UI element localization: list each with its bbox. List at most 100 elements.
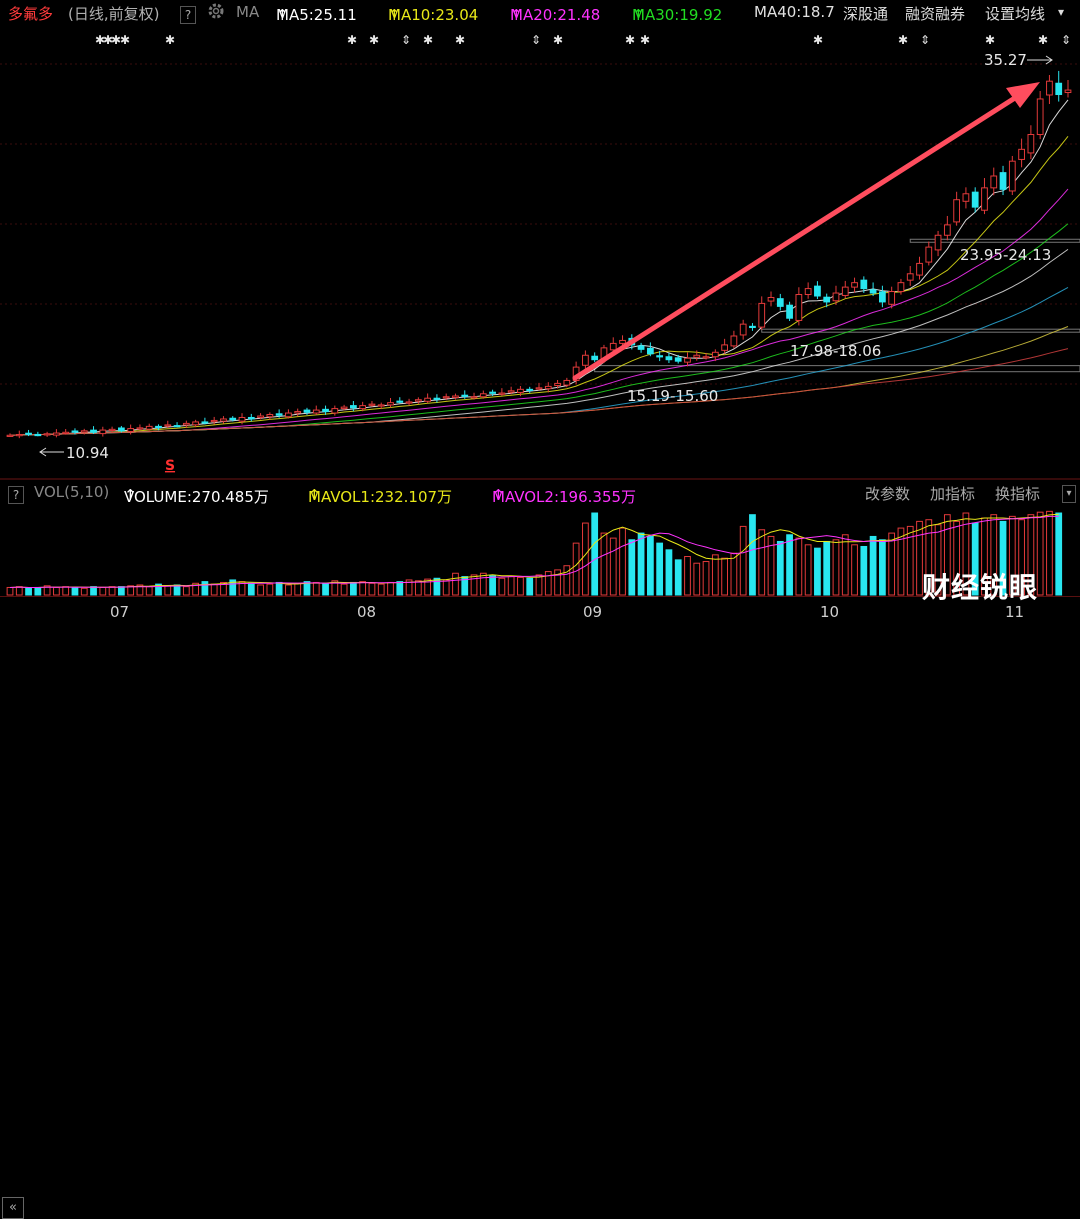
candle xyxy=(498,392,506,395)
candle xyxy=(702,356,710,359)
volume-bar xyxy=(804,544,812,596)
candle xyxy=(758,302,766,328)
volume-bar xyxy=(656,542,664,596)
candle xyxy=(80,430,88,433)
candle xyxy=(43,433,51,436)
volume-chart[interactable] xyxy=(0,504,1080,596)
chevron-down-icon[interactable]: ▾ xyxy=(1058,5,1064,19)
candle xyxy=(1027,134,1035,154)
volume-bar xyxy=(535,574,543,596)
gear-icon[interactable] xyxy=(206,1,226,25)
candle xyxy=(1046,80,1053,96)
candle xyxy=(117,427,125,432)
candle xyxy=(275,413,283,416)
candle xyxy=(294,411,302,414)
support-zone xyxy=(761,328,1080,333)
volume-bar xyxy=(721,557,728,596)
candle xyxy=(1018,148,1025,160)
candle xyxy=(582,354,589,366)
volume-bar xyxy=(34,586,42,596)
candle xyxy=(452,395,459,399)
candle xyxy=(479,393,487,398)
candle xyxy=(730,335,738,347)
candle xyxy=(220,418,227,422)
volume-bar xyxy=(15,586,23,596)
volume-bar xyxy=(285,584,292,596)
candle xyxy=(53,432,60,436)
candle xyxy=(786,304,793,319)
ma-label: MA xyxy=(236,3,260,21)
add-indicator-button[interactable]: 加指标 xyxy=(930,483,975,504)
volume-bar xyxy=(693,562,701,596)
price-labels: 35.27 10.94 15.19-15.60 17.98-18.06 23.95-24… xyxy=(39,51,1053,462)
settings-ma-button[interactable]: 设置均线 xyxy=(985,3,1045,24)
volume-bar xyxy=(433,577,441,596)
volume-bar xyxy=(201,581,209,596)
candle xyxy=(665,356,673,361)
event-marker-icon: ✱ xyxy=(640,33,650,47)
volume-bar xyxy=(294,582,302,596)
ma90-line xyxy=(9,326,1069,436)
candle xyxy=(544,385,552,390)
candle xyxy=(962,193,970,202)
candle xyxy=(145,425,153,430)
volume-bar xyxy=(377,583,385,596)
volume-help-icon[interactable]: ? xyxy=(8,486,24,504)
x-tick-label: 09 xyxy=(583,603,603,621)
up-arrow-icon: ↑ xyxy=(510,6,523,24)
candle xyxy=(377,404,385,407)
event-marker-icon: ✱ xyxy=(553,33,563,47)
x-tick-label: 07 xyxy=(110,603,130,621)
candle xyxy=(182,422,190,426)
candle xyxy=(916,262,923,276)
candle xyxy=(331,408,339,414)
candle xyxy=(322,408,329,413)
stock-name[interactable]: 多氟多 xyxy=(8,3,53,24)
volume-header: ? VOL(5,10) VOLUME:270.485万 ↑ MAVOL1:232… xyxy=(0,480,1080,506)
candle xyxy=(15,434,23,437)
volume-bar xyxy=(182,586,190,596)
tab-margin-trading[interactable]: 融资融券 xyxy=(905,3,965,24)
tab-shenguotong[interactable]: 深股通 xyxy=(843,3,888,24)
scroll-left-icon[interactable]: « xyxy=(2,1197,24,1219)
event-marker-icon: ⇕ xyxy=(531,33,541,47)
candle xyxy=(619,339,626,344)
candle xyxy=(461,394,469,397)
volume-bar xyxy=(247,582,255,596)
event-marker-icon: ⇕ xyxy=(401,33,411,47)
volume-bar xyxy=(470,574,478,596)
period-label[interactable]: (日线,前复权) xyxy=(68,3,159,24)
candle xyxy=(711,351,719,358)
candle xyxy=(674,357,682,362)
candle xyxy=(25,432,32,435)
candle xyxy=(906,273,914,281)
volume-bar xyxy=(350,581,357,596)
price-chart[interactable]: ✱✱✱✱ ✱ ✱ ✱ ⇕ ✱ ✱ ⇕ ✱ ✱ ✱ ✱ ✱ ⇕ ✱ ✱ ⇕S 35.2710.9415.19-15… xyxy=(0,26,1080,480)
candle xyxy=(897,282,905,293)
volume-bar xyxy=(869,535,877,596)
volume-bar xyxy=(164,585,172,596)
volume-bar xyxy=(442,579,450,596)
candle xyxy=(888,291,896,305)
candle xyxy=(804,288,812,296)
candle xyxy=(6,434,14,437)
event-marker-icon: ⇕ xyxy=(920,33,930,47)
x-tick-label: 10 xyxy=(820,603,840,621)
candle xyxy=(563,379,571,386)
volume-bar xyxy=(108,586,116,596)
volume-bar xyxy=(25,587,32,596)
event-markers: ✱✱✱✱ ✱ ✱ ✱ ⇕ ✱ ✱ ⇕ ✱ ✱ ✱ ✱ ✱ ⇕ ✱ ✱ ⇕S xyxy=(95,33,1071,474)
volume-bar xyxy=(888,532,896,596)
volume-bar xyxy=(572,542,580,596)
volume-bar xyxy=(711,554,719,596)
volume-bar xyxy=(730,552,738,596)
volume-bar xyxy=(414,580,422,596)
ma40-value: MA40:18.7 xyxy=(754,3,835,21)
candle xyxy=(127,428,135,432)
switch-indicator-button[interactable]: 换指标 xyxy=(995,483,1040,504)
candle xyxy=(303,409,311,413)
volume-bar xyxy=(832,539,840,596)
candle xyxy=(739,323,747,336)
volume-bar xyxy=(517,576,524,596)
change-params-button[interactable]: 改参数 xyxy=(865,483,910,504)
